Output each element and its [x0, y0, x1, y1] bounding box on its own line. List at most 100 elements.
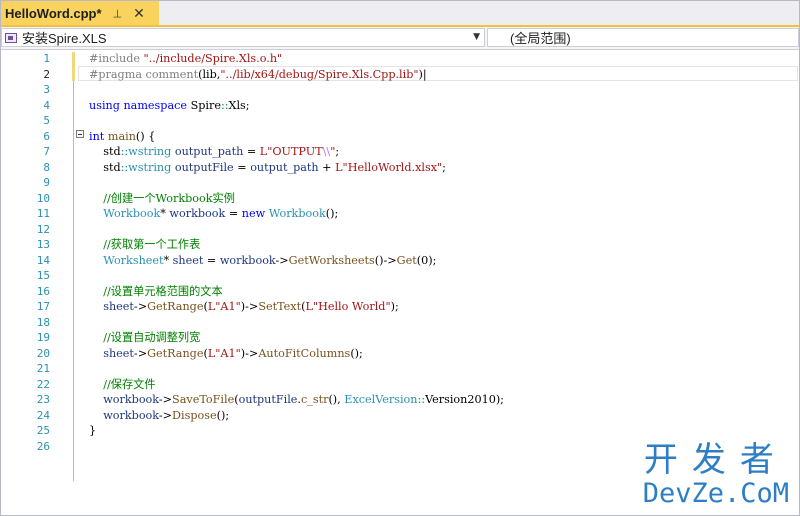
- code-line[interactable]: 20 sheet->GetRange(L"A1")->AutoFitColumn…: [1, 346, 799, 362]
- code-token: )->: [240, 346, 259, 360]
- code-line[interactable]: 22 //保存文件: [1, 377, 799, 393]
- code-token: =: [203, 253, 220, 267]
- watermark-cn: 开发者: [643, 440, 788, 480]
- project-dropdown[interactable]: 安装Spire.XLS ▼: [1, 28, 485, 47]
- tab-helloword-cpp[interactable]: HelloWord.cpp* ⊣ ✕: [1, 1, 159, 25]
- code-line[interactable]: 3: [1, 82, 799, 98]
- code-text: //创建一个Workbook实例: [89, 191, 235, 207]
- code-token: workbook: [89, 408, 159, 422]
- code-line[interactable]: 15: [1, 268, 799, 284]
- code-token: ->: [158, 393, 173, 406]
- code-token: L"A1": [207, 346, 241, 360]
- line-number: 15: [36, 269, 50, 282]
- code-token: ::: [417, 393, 426, 406]
- code-line[interactable]: 18: [1, 315, 799, 331]
- code-token: GetRange: [147, 300, 204, 313]
- code-token: (0);: [416, 253, 437, 267]
- code-line[interactable]: 5: [1, 113, 799, 129]
- watermark-logo: 开发者 DevZe.CoM: [643, 441, 789, 509]
- code-line[interactable]: 9: [1, 175, 799, 191]
- close-icon[interactable]: ✕: [133, 5, 145, 22]
- code-text: std::wstring output_path = L"OUTPUT\\";: [89, 144, 339, 160]
- code-line[interactable]: 12: [1, 222, 799, 238]
- code-token: std: [89, 160, 121, 174]
- code-token: )->: [240, 300, 259, 313]
- code-token: )|: [418, 67, 427, 81]
- code-token: L"HelloWorld.xlsx": [335, 160, 443, 174]
- code-token: using namespace: [89, 98, 191, 112]
- code-line[interactable]: 6 int main() {: [1, 129, 799, 145]
- code-token: AutoFitColumns: [258, 346, 351, 360]
- line-number: 17: [36, 300, 50, 313]
- line-number: 12: [36, 222, 50, 236]
- code-token: Get: [396, 253, 417, 267]
- chevron-down-icon[interactable]: ▼: [473, 32, 480, 42]
- code-token: main: [107, 129, 136, 143]
- code-line[interactable]: 8 std::wstring outputFile = output_path …: [1, 160, 799, 176]
- code-token: SaveToFile: [172, 393, 235, 406]
- code-line[interactable]: 21: [1, 361, 799, 377]
- code-line[interactable]: 23 workbook->SaveToFile(outputFile.c_str…: [1, 392, 799, 408]
- scope-dropdown-value: (全局范围): [510, 31, 571, 46]
- code-token: ->: [275, 253, 289, 267]
- line-number: 26: [36, 439, 50, 453]
- code-line[interactable]: 14 Worksheet* sheet = workbook->GetWorks…: [1, 253, 799, 269]
- code-token: ->: [133, 346, 148, 360]
- code-line[interactable]: 24 workbook->Dispose();: [1, 408, 799, 424]
- code-line[interactable]: 11 Workbook* workbook = new Workbook();: [1, 206, 799, 222]
- code-token: ::: [220, 98, 229, 112]
- code-text: using namespace Spire::Xls;: [89, 98, 250, 114]
- code-token: sheet: [89, 346, 134, 360]
- code-text: }: [89, 423, 96, 439]
- line-number: 24: [36, 408, 50, 422]
- code-token: //获取第一个工作表: [89, 238, 201, 251]
- editor-window: HelloWord.cpp* ⊣ ✕ 安装Spire.XLS ▼ (全局范围) …: [0, 0, 800, 516]
- line-number: 19: [36, 331, 50, 344]
- code-line[interactable]: 10 //创建一个Workbook实例: [1, 191, 799, 207]
- code-token: ();: [216, 408, 230, 422]
- code-token: ()->: [374, 253, 397, 267]
- code-token: "../lib/x64/debug/Spire.Xls.Cpp.lib": [220, 67, 419, 81]
- code-line[interactable]: 17 sheet->GetRange(L"A1")->SetText(L"Hel…: [1, 299, 799, 315]
- code-text: workbook->SaveToFile(outputFile.c_str(),…: [89, 392, 504, 408]
- line-number: 10: [36, 191, 50, 205]
- code-token: workbook: [169, 207, 226, 220]
- code-text: //获取第一个工作表: [89, 237, 200, 253]
- code-line[interactable]: 25}: [1, 423, 799, 439]
- line-number: 9: [43, 176, 50, 189]
- code-line[interactable]: 19 //设置自动调整列宽: [1, 330, 799, 346]
- line-number: 25: [36, 424, 50, 437]
- code-token: wstring: [128, 145, 175, 158]
- code-text: //保存文件: [89, 377, 155, 393]
- scope-dropdown[interactable]: (全局范围): [487, 28, 799, 47]
- code-text: sheet->GetRange(L"A1")->AutoFitColumns()…: [89, 346, 363, 362]
- code-token: (),: [328, 393, 345, 406]
- code-line[interactable]: 4 using namespace Spire::Xls;: [1, 98, 799, 114]
- code-token: //设置单元格范围的文本: [89, 284, 223, 298]
- project-dropdown-value: 安装Spire.XLS: [22, 31, 107, 46]
- code-token: (lib,: [198, 67, 221, 81]
- code-token: ->: [158, 408, 173, 422]
- code-token: L"A1": [207, 300, 241, 313]
- code-text: sheet->GetRange(L"A1")->SetText(L"Hello …: [89, 299, 399, 315]
- code-token: ;: [442, 160, 446, 174]
- code-line[interactable]: 16 //设置单元格范围的文本: [1, 284, 799, 300]
- pin-icon[interactable]: ⊣: [110, 8, 123, 18]
- code-token: outputFile: [174, 160, 234, 174]
- code-line[interactable]: 1 #include "../include/Spire.Xls.o.h": [1, 51, 799, 67]
- code-token: () {: [135, 129, 156, 143]
- code-token: new: [241, 207, 269, 220]
- code-token: Spire: [190, 98, 221, 112]
- code-token: ();: [350, 346, 363, 360]
- code-line[interactable]: 7 std::wstring output_path = L"OUTPUT\\"…: [1, 144, 799, 160]
- line-number: 6: [43, 129, 50, 143]
- code-token: SetText: [258, 300, 302, 313]
- code-token: output_path: [174, 145, 244, 158]
- code-token: =: [225, 207, 242, 220]
- code-line[interactable]: 13 //获取第一个工作表: [1, 237, 799, 253]
- code-token: =: [243, 145, 260, 158]
- code-token: sheet: [89, 300, 134, 313]
- code-line[interactable]: 2 #pragma comment(lib,"../lib/x64/debug/S…: [1, 67, 799, 83]
- code-token: workbook: [219, 253, 276, 267]
- line-number: 1: [43, 52, 50, 65]
